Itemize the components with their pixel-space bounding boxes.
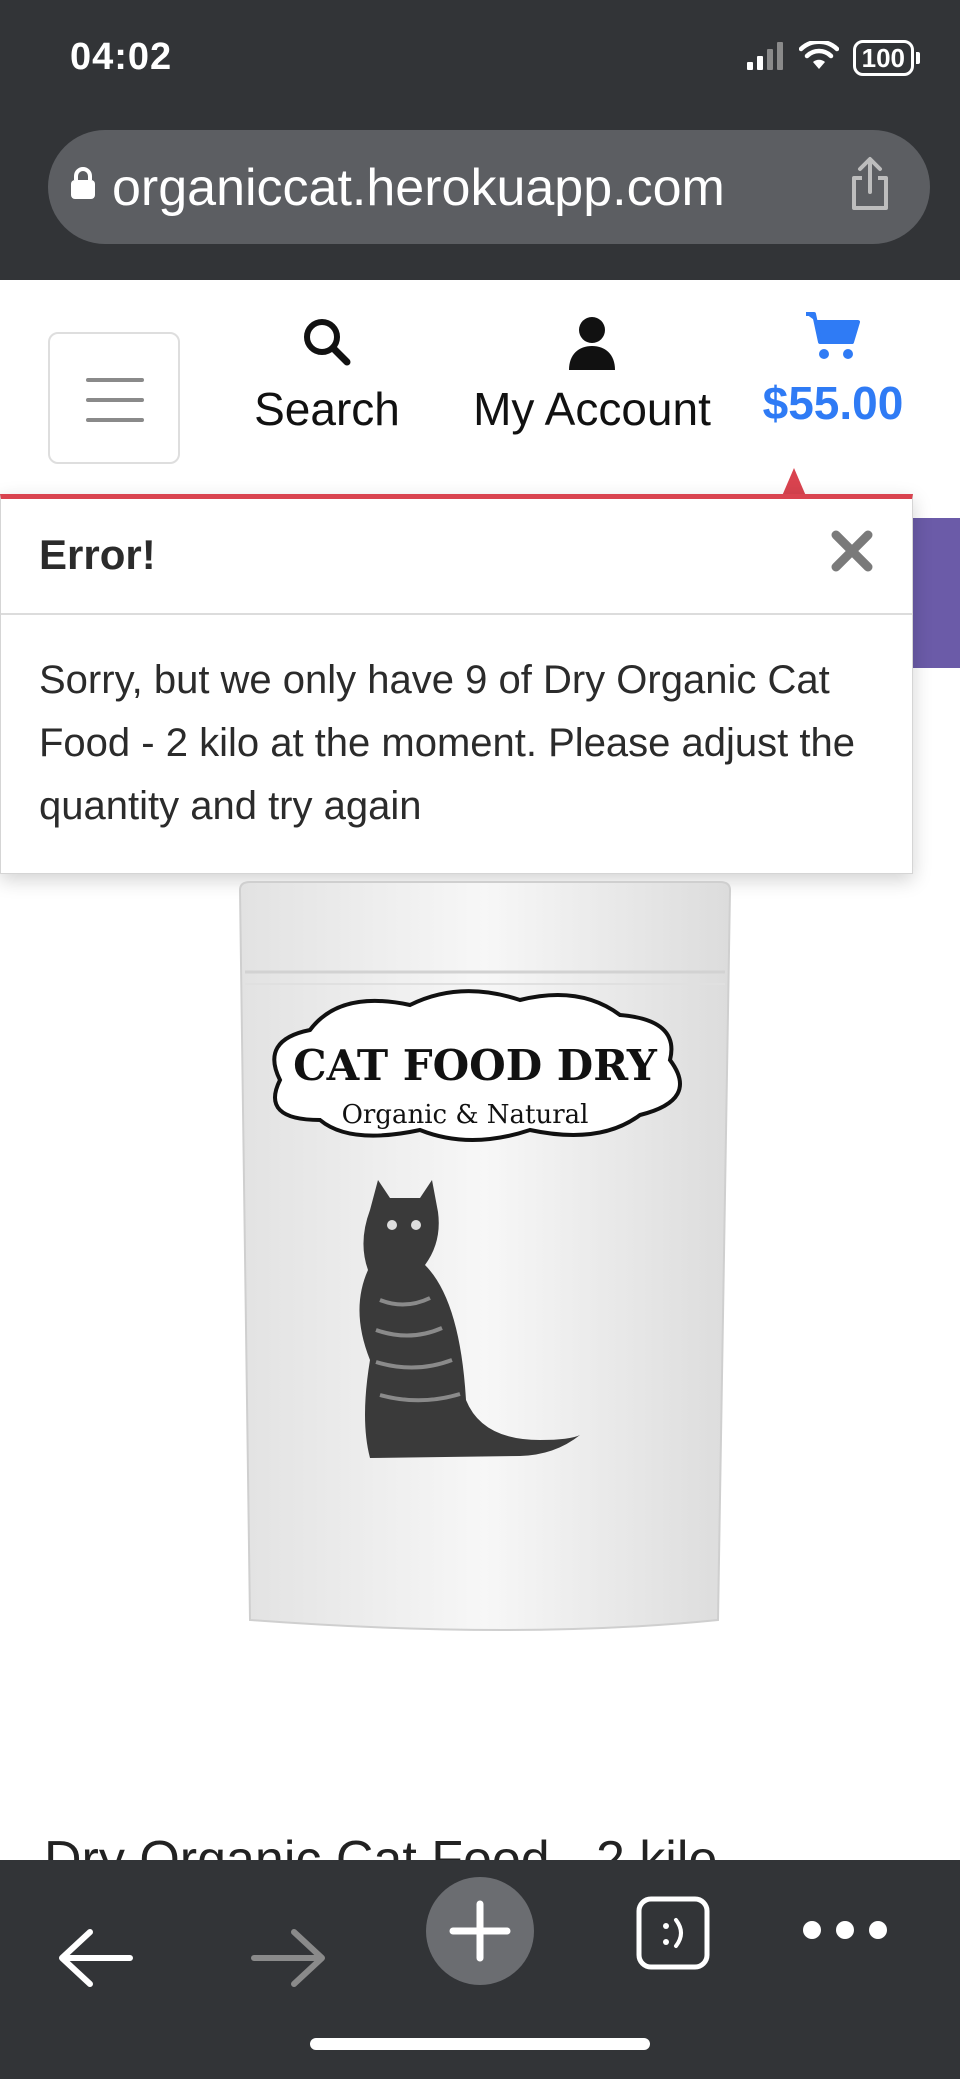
search-label[interactable]: Search <box>246 382 408 436</box>
share-icon[interactable] <box>848 156 892 217</box>
image-text-main: CAT FOOD DRY <box>293 1041 658 1090</box>
error-popup: Error! Sorry, but we only have 9 of Dry … <box>0 494 913 874</box>
battery-icon: 100 <box>852 40 914 76</box>
account-icon <box>456 316 728 374</box>
url-text[interactable]: organiccat.herokuapp.com <box>112 158 725 218</box>
popup-caret <box>782 468 806 496</box>
browser-chrome: 04:02 100 organiccat.herokuapp.com <box>0 0 960 280</box>
error-message: Sorry, but we only have 9 of Dry Organic… <box>39 658 855 828</box>
site-header: Search My Account $55.00 <box>0 280 960 495</box>
wifi-icon <box>798 39 839 76</box>
address-bar[interactable]: organiccat.herokuapp.com <box>48 130 930 244</box>
hamburger-menu-icon[interactable] <box>48 332 180 464</box>
product-image[interactable]: CAT FOOD DRY Organic & Natural <box>220 880 750 1640</box>
tabs-icon[interactable] <box>636 1896 710 1975</box>
signal-icon <box>746 41 785 75</box>
more-icon[interactable] <box>800 1918 890 1947</box>
new-tab-icon[interactable] <box>425 1876 535 1991</box>
battery-tip <box>916 52 920 64</box>
error-title: Error! <box>39 531 156 578</box>
forward-icon[interactable] <box>248 1928 328 1993</box>
back-icon[interactable] <box>56 1928 136 1993</box>
cart-icon <box>740 310 926 374</box>
close-icon[interactable] <box>830 529 874 578</box>
account-nav[interactable]: My Account <box>456 316 728 436</box>
cart-total[interactable]: $55.00 <box>740 376 926 430</box>
account-label[interactable]: My Account <box>456 382 728 436</box>
image-text-sub: Organic & Natural <box>342 1100 589 1130</box>
search-nav[interactable]: Search <box>246 316 408 436</box>
cart-nav[interactable]: $55.00 <box>740 310 926 430</box>
home-indicator <box>310 2038 650 2050</box>
status-time: 04:02 <box>70 36 173 78</box>
status-icons: 100 <box>746 39 920 76</box>
lock-icon <box>70 166 96 205</box>
error-header: Error! <box>1 499 912 615</box>
search-icon <box>246 316 408 374</box>
